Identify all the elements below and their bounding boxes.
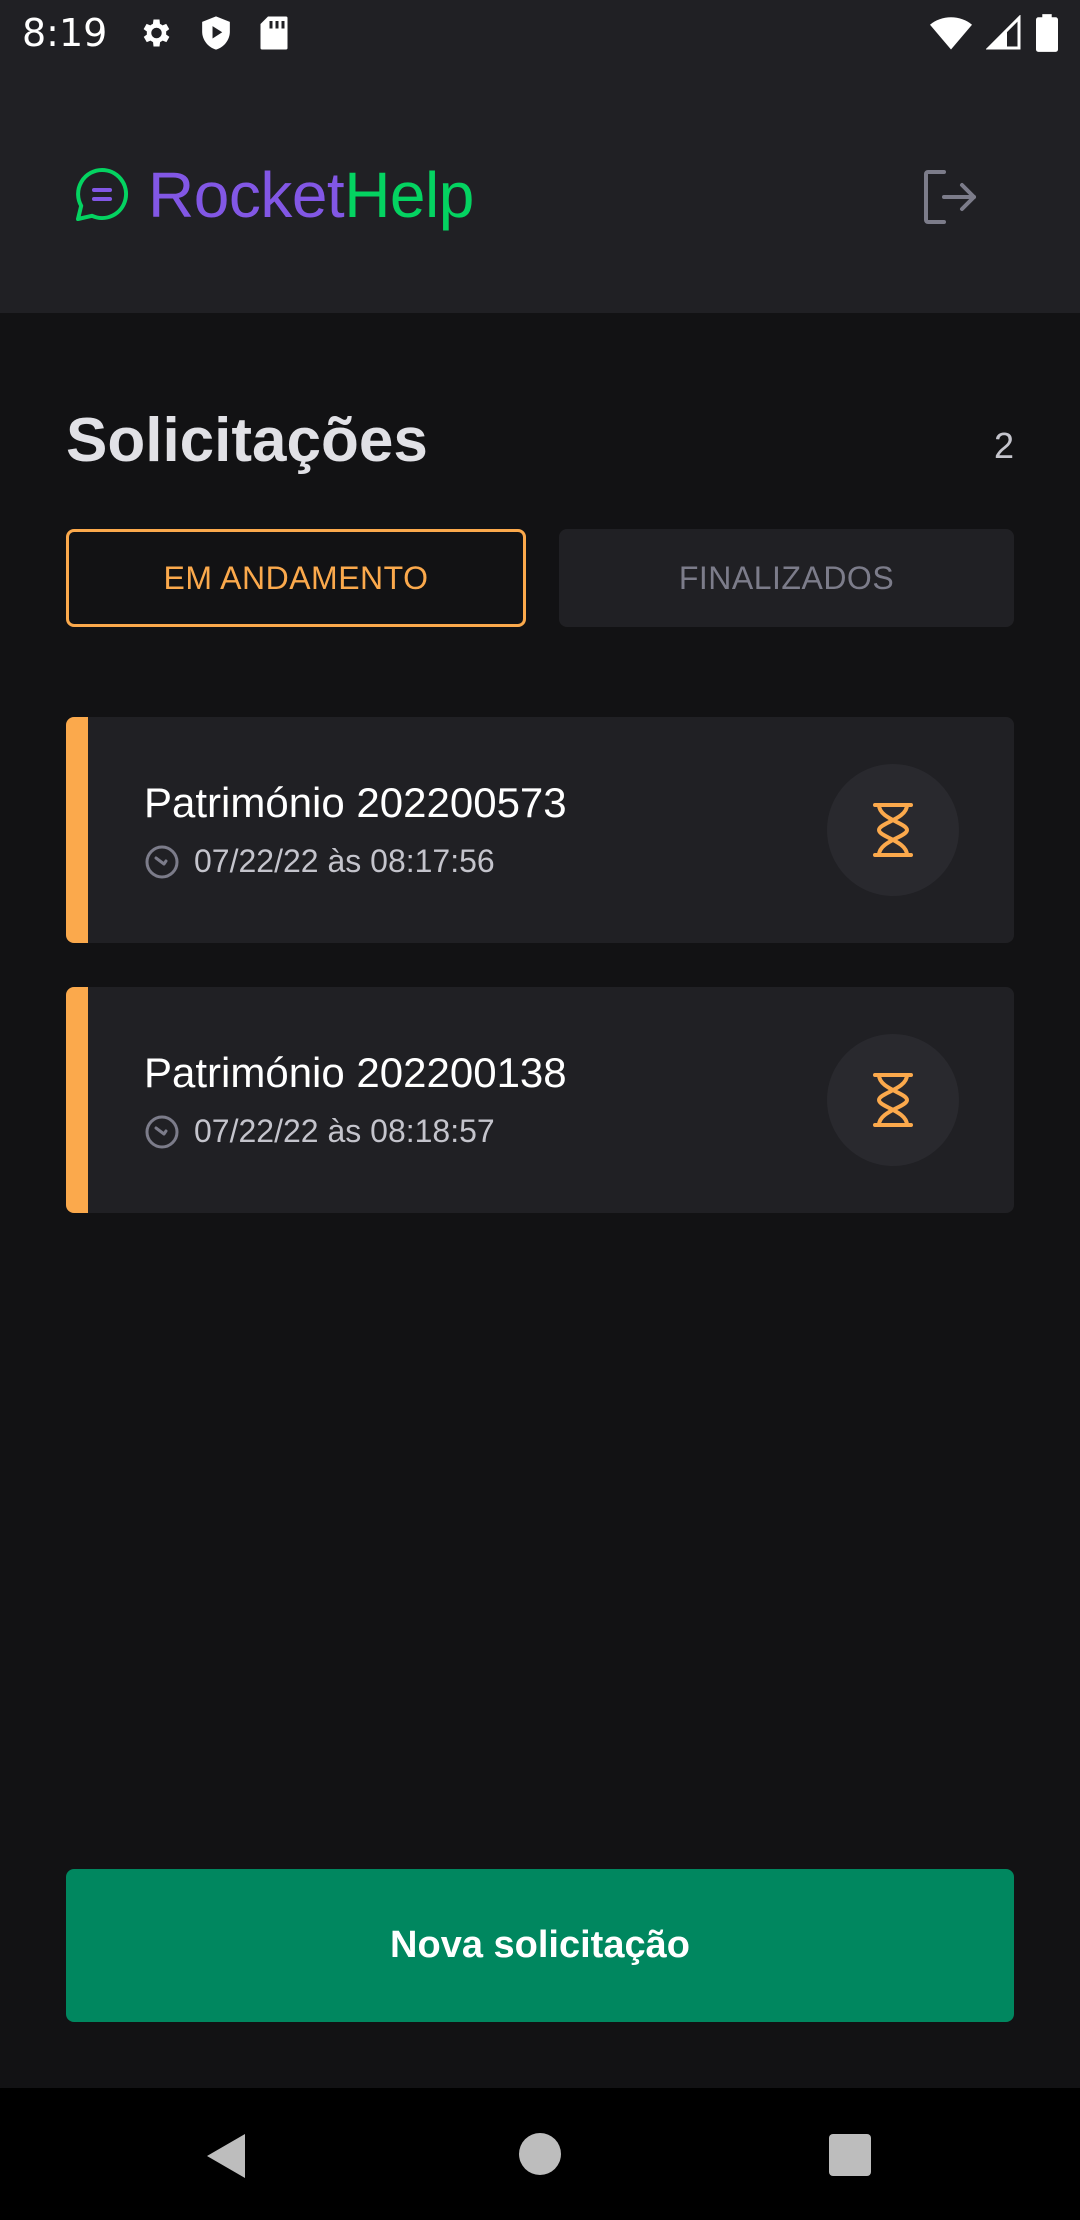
logout-button[interactable] <box>916 162 986 232</box>
app-logo: RocketHelp <box>72 158 474 232</box>
chat-bubble-icon <box>76 168 129 221</box>
status-bar-indicator <box>66 987 88 1213</box>
order-status <box>827 1034 959 1166</box>
logo-text-rocket: Rocket <box>148 159 345 231</box>
settings-icon <box>143 19 170 47</box>
filter-closed-button[interactable]: FINALIZADOS <box>559 529 1014 627</box>
order-card[interactable]: Património 202200138 07/22/22 às 08:18:5… <box>66 987 1014 1213</box>
filter-open-button[interactable]: EM ANDAMENTO <box>66 529 526 627</box>
sign-out-icon <box>924 170 976 224</box>
status-bar: 8:19 <box>0 0 1080 66</box>
order-date-row: 07/22/22 às 08:18:57 <box>144 1113 495 1150</box>
orders-count: 2 <box>993 425 1014 466</box>
order-card[interactable]: Património 202200573 07/22/22 às 08:17:5… <box>66 717 1014 943</box>
battery-icon <box>1036 14 1058 52</box>
wifi-icon <box>930 17 972 50</box>
recents-icon[interactable] <box>829 2134 871 2176</box>
system-nav-bar <box>0 2088 1080 2220</box>
order-title: Património 202200138 <box>144 1049 567 1096</box>
status-time: 8:19 <box>22 11 108 55</box>
order-date-row: 07/22/22 às 08:17:56 <box>144 843 495 880</box>
hourglass-icon <box>873 803 913 857</box>
page-title: Solicitações <box>66 406 428 475</box>
new-request-label: Nova solicitação <box>390 1924 690 1966</box>
order-status <box>827 764 959 896</box>
clock-icon <box>145 1115 179 1148</box>
clock-icon <box>145 845 179 878</box>
filter-open-label: EM ANDAMENTO <box>163 559 429 596</box>
logo-text: RocketHelp <box>148 158 474 232</box>
back-icon[interactable] <box>205 2132 247 2180</box>
order-title: Património 202200573 <box>144 779 567 826</box>
order-date: 07/22/22 às 08:17:56 <box>194 843 495 879</box>
status-bar-indicator <box>66 717 88 943</box>
logo-text-help: Help <box>344 159 474 231</box>
sd-card-icon <box>260 16 288 50</box>
new-request-button[interactable]: Nova solicitação <box>66 1869 1014 2022</box>
hourglass-icon <box>873 1073 913 1127</box>
shield-play-icon <box>202 16 231 50</box>
home-icon[interactable] <box>519 2133 561 2175</box>
order-date: 07/22/22 às 08:18:57 <box>194 1113 495 1149</box>
filter-closed-label: FINALIZADOS <box>678 559 895 596</box>
app-header: RocketHelp <box>0 66 1080 313</box>
signal-icon <box>986 15 1021 50</box>
main-content: Solicitações 2 EM ANDAMENTO FINALIZADOS … <box>0 313 1080 2088</box>
